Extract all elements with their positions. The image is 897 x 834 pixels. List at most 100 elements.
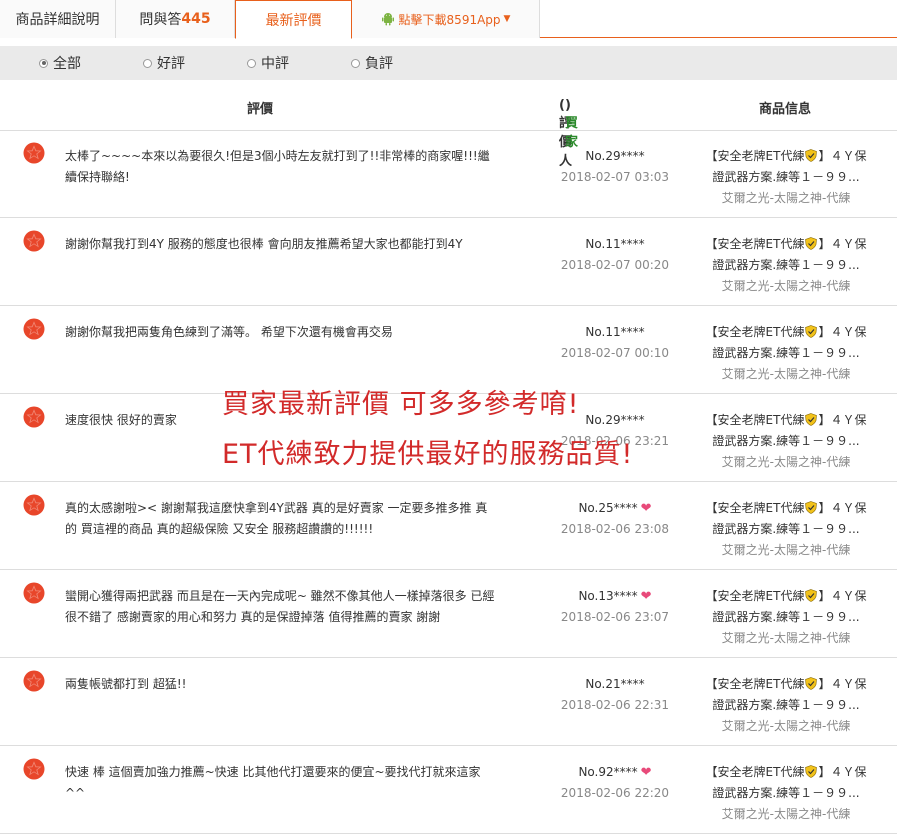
header-reviewer: 評價人(買家): [559, 98, 578, 169]
heart-icon: ❤: [640, 589, 652, 604]
filter-positive[interactable]: 好評: [143, 46, 185, 80]
tab-qa[interactable]: 問與答 445: [116, 0, 235, 38]
review-row: 真的太感謝啦>< 謝謝幫我這麼快拿到4Y武器 真的是好賣家 一定要多推多推 真的…: [0, 482, 897, 570]
reviewer-id[interactable]: No.25****: [578, 501, 637, 515]
rating-star-icon: [23, 670, 45, 692]
review-date: 2018-02-06 23:07: [560, 610, 670, 624]
review-date: 2018-02-06 22:20: [560, 786, 670, 800]
product-info[interactable]: 【安全老牌ET代練 】４Ｙ保證武器方案.練等１－９９... 艾爾之光-太陽之神-代…: [700, 322, 872, 385]
filter-label: 全部: [53, 56, 81, 72]
review-date: 2018-02-07 00:10: [560, 346, 670, 360]
shield-badge-icon: [805, 677, 818, 690]
reviewer-info: No.29**** 2018-02-07 03:03: [520, 146, 710, 188]
tab-label: 商品詳細說明: [15, 12, 100, 28]
review-comment: 太棒了~~~~本來以為要很久!但是3個小時左友就打到了!!非常棒的商家喔!!!繼…: [65, 149, 490, 184]
tab-label: 問與答: [139, 12, 182, 28]
product-server: 艾爾之光-太陽之神-代練: [721, 279, 851, 293]
reviewer-id[interactable]: No.13****: [578, 589, 637, 603]
header-review: 評價: [247, 102, 274, 117]
review-comment: 真的太感謝啦>< 謝謝幫我這麼快拿到4Y武器 真的是好賣家 一定要多推多推 真的…: [65, 501, 488, 536]
product-info[interactable]: 【安全老牌ET代練 】４Ｙ保證武器方案.練等１－９９... 艾爾之光-太陽之神-代…: [700, 234, 872, 297]
product-title[interactable]: 【安全老牌ET代練 】４Ｙ保證武器方案.練等１－９９...: [700, 498, 872, 540]
product-title[interactable]: 【安全老牌ET代練 】４Ｙ保證武器方案.練等１－９９...: [700, 322, 872, 364]
shield-badge-icon: [805, 589, 818, 602]
review-row: 謝謝你幫我打到4Y 服務的態度也很棒 會向朋友推薦希望大家也都能打到4Y No.…: [0, 218, 897, 306]
reviewer-info: No.13**** ❤ 2018-02-06 23:07: [520, 586, 710, 628]
product-title[interactable]: 【安全老牌ET代練 】４Ｙ保證武器方案.練等１－９９...: [700, 586, 872, 628]
reviewer-info: No.21**** 2018-02-06 22:31: [520, 674, 710, 716]
product-info[interactable]: 【安全老牌ET代練 】４Ｙ保證武器方案.練等１－９９... 艾爾之光-太陽之神-代…: [700, 146, 872, 209]
reviewer-id[interactable]: No.29****: [585, 149, 644, 163]
reviewer-id[interactable]: No.92****: [578, 765, 637, 779]
radio-selected-icon: [39, 58, 48, 68]
product-title[interactable]: 【安全老牌ET代練 】４Ｙ保證武器方案.練等１－９９...: [700, 762, 872, 804]
filter-negative[interactable]: 負評: [351, 46, 393, 80]
shield-badge-icon: [805, 765, 818, 778]
product-info[interactable]: 【安全老牌ET代練 】４Ｙ保證武器方案.練等１－９９... 艾爾之光-太陽之神-代…: [700, 762, 872, 825]
reviewer-id[interactable]: No.29****: [585, 413, 644, 427]
reviewer-info: No.11**** 2018-02-07 00:10: [520, 322, 710, 364]
product-server: 艾爾之光-太陽之神-代練: [721, 543, 851, 557]
filter-label: 負評: [365, 56, 393, 72]
product-title[interactable]: 【安全老牌ET代練 】４Ｙ保證武器方案.練等１－９９...: [700, 674, 872, 716]
shield-badge-icon: [805, 237, 818, 250]
reviewer-info: No.29**** 2018-02-06 23:21: [520, 410, 710, 452]
rating-star-icon: [23, 230, 45, 252]
review-comment: 兩隻帳號都打到 超猛!!: [65, 677, 187, 691]
product-server: 艾爾之光-太陽之神-代練: [721, 191, 851, 205]
product-info[interactable]: 【安全老牌ET代練 】４Ｙ保證武器方案.練等１－９９... 艾爾之光-太陽之神-代…: [700, 674, 872, 737]
reviewer-info: No.11**** 2018-02-07 00:20: [520, 234, 710, 276]
reviewer-info: No.25**** ❤ 2018-02-06 23:08: [520, 498, 710, 540]
chevron-down-icon: ▼: [503, 14, 511, 24]
review-table-header: 評價 評價人(買家) 商品信息: [0, 84, 897, 169]
filter-label: 好評: [157, 56, 185, 72]
tab-product-details[interactable]: 商品詳細說明: [0, 0, 116, 38]
rating-star-icon: [23, 142, 45, 164]
rating-star-icon: [23, 582, 45, 604]
tab-download-app[interactable]: 點擊下載8591App ▼: [352, 0, 540, 38]
heart-icon: ❤: [640, 501, 652, 516]
product-title[interactable]: 【安全老牌ET代練 】４Ｙ保證武器方案.練等１－９９...: [700, 146, 872, 188]
reviewer-id[interactable]: No.11****: [585, 325, 644, 339]
shield-badge-icon: [805, 413, 818, 426]
review-comment: 謝謝你幫我把兩隻角色練到了滿等。 希望下次還有機會再交易: [65, 325, 393, 339]
review-comment: 快速 棒 這個賣加強力推薦~快速 比其他代打還要來的便宜~要找代打就來這家 ^^: [65, 765, 481, 800]
filter-neutral[interactable]: 中評: [247, 46, 289, 80]
reviewer-id[interactable]: No.21****: [585, 677, 644, 691]
radio-icon: [351, 58, 360, 68]
radio-icon: [247, 58, 256, 68]
review-row: 謝謝你幫我把兩隻角色練到了滿等。 希望下次還有機會再交易 No.11**** 2…: [0, 306, 897, 394]
product-info[interactable]: 【安全老牌ET代練 】４Ｙ保證武器方案.練等１－９９... 艾爾之光-太陽之神-代…: [700, 410, 872, 473]
qa-count: 445: [181, 11, 211, 27]
reviewer-info: No.92**** ❤ 2018-02-06 22:20: [520, 762, 710, 804]
review-row: 速度很快 很好的賣家 No.29**** 2018-02-06 23:21 【安…: [0, 394, 897, 482]
rating-star-icon: [23, 318, 45, 340]
android-icon: [381, 13, 394, 26]
reviewer-id[interactable]: No.11****: [585, 237, 644, 251]
review-comment: 謝謝你幫我打到4Y 服務的態度也很棒 會向朋友推薦希望大家也都能打到4Y: [65, 237, 463, 251]
filter-all[interactable]: 全部: [39, 46, 81, 80]
radio-icon: [143, 58, 152, 68]
product-info[interactable]: 【安全老牌ET代練 】４Ｙ保證武器方案.練等１－９９... 艾爾之光-太陽之神-代…: [700, 586, 872, 649]
review-date: 2018-02-06 23:08: [560, 522, 670, 536]
review-filter-bar: 全部 好評 中評 負評: [0, 46, 897, 80]
product-title[interactable]: 【安全老牌ET代練 】４Ｙ保證武器方案.練等１－９９...: [700, 410, 872, 452]
review-row: 蠻開心獲得兩把武器 而且是在一天內完成呢~ 雖然不像其他人一樣掉落很多 已經很不…: [0, 570, 897, 658]
review-date: 2018-02-06 23:21: [560, 434, 670, 448]
rating-star-icon: [23, 406, 45, 428]
heart-icon: ❤: [640, 765, 652, 780]
review-date: 2018-02-06 22:31: [560, 698, 670, 712]
shield-badge-icon: [805, 149, 818, 162]
product-title[interactable]: 【安全老牌ET代練 】４Ｙ保證武器方案.練等１－９９...: [700, 234, 872, 276]
shield-badge-icon: [805, 325, 818, 338]
tab-bar: 商品詳細說明 問與答 445 最新評價 點擊下載8591App ▼: [0, 0, 897, 39]
product-info[interactable]: 【安全老牌ET代練 】４Ｙ保證武器方案.練等１－９９... 艾爾之光-太陽之神-代…: [700, 498, 872, 561]
review-date: 2018-02-07 00:20: [560, 258, 670, 272]
product-server: 艾爾之光-太陽之神-代練: [721, 719, 851, 733]
product-server: 艾爾之光-太陽之神-代練: [721, 367, 851, 381]
filter-label: 中評: [261, 56, 289, 72]
tab-label: 點擊下載8591App: [398, 12, 501, 27]
rating-star-icon: [23, 494, 45, 516]
tab-latest-reviews[interactable]: 最新評價: [235, 0, 352, 39]
review-row: 太棒了~~~~本來以為要很久!但是3個小時左友就打到了!!非常棒的商家喔!!!繼…: [0, 130, 897, 218]
